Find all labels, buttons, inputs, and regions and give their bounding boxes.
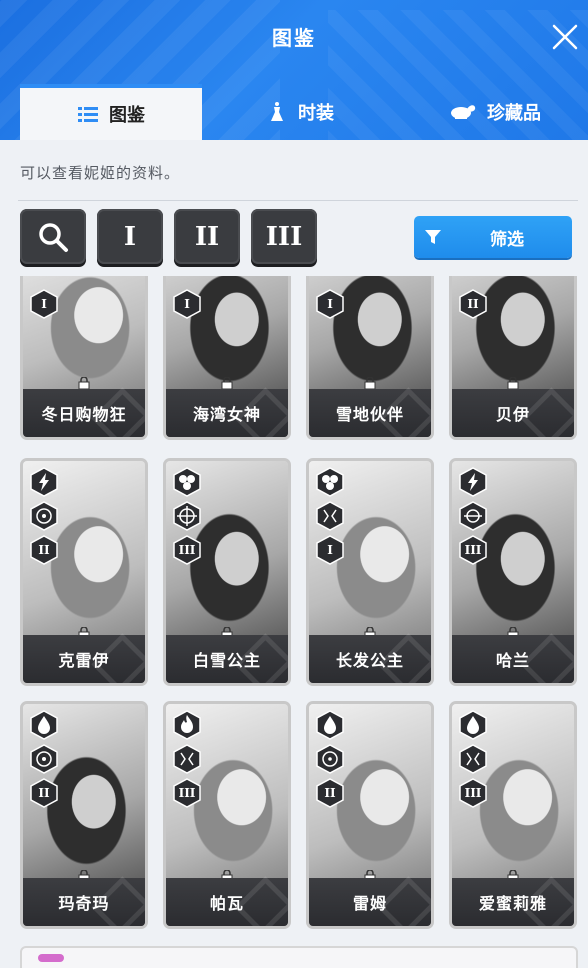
rocket-icon xyxy=(172,744,202,774)
water-icon xyxy=(315,710,345,740)
burst-badge-label: III xyxy=(178,786,196,800)
character-name: 贝伊 xyxy=(452,389,574,437)
description-text: 可以查看妮姬的资料。 xyxy=(20,164,181,182)
burst-3-filter-button[interactable]: III xyxy=(251,209,317,264)
water-icon xyxy=(29,710,59,740)
burst-2-filter-button[interactable]: II xyxy=(174,209,240,264)
sniper-icon xyxy=(172,501,202,531)
character-card[interactable]: II 玛奇玛 xyxy=(20,701,148,929)
character-name: 哈兰 xyxy=(452,635,574,683)
character-name: 冬日购物狂 xyxy=(23,389,145,437)
tab-bar: 图鉴 时装 珍藏品 xyxy=(0,84,588,140)
close-button[interactable] xyxy=(550,22,580,52)
burst-badge-label: I xyxy=(41,297,47,311)
tab-collectibles[interactable]: 珍藏品 xyxy=(420,84,570,140)
burst-badge-label: II xyxy=(38,786,50,800)
collectible-icon xyxy=(451,105,476,119)
burst-badge: I xyxy=(315,289,345,319)
burst-badge: III xyxy=(172,535,202,565)
character-name: 克雷伊 xyxy=(23,635,145,683)
shotgun-icon xyxy=(29,744,59,774)
character-card[interactable]: II 克雷伊 xyxy=(20,458,148,686)
search-button[interactable] xyxy=(20,209,86,264)
character-card[interactable]: I 长发公主 xyxy=(306,458,434,686)
fire-icon xyxy=(172,710,202,740)
rocket-icon xyxy=(315,501,345,531)
header: 图鉴 图鉴 时装 珍藏品 xyxy=(0,0,588,140)
character-name: 爱蜜莉雅 xyxy=(452,878,574,926)
burst-badge: II xyxy=(458,289,488,319)
divider xyxy=(18,200,578,201)
page-title: 图鉴 xyxy=(272,26,316,50)
filter-button[interactable]: 筛选 xyxy=(414,216,572,258)
dress-icon xyxy=(271,102,283,121)
burst-badge: II xyxy=(315,778,345,808)
list-icon xyxy=(78,107,98,122)
burst-badge: III xyxy=(172,778,202,808)
burst-badge: I xyxy=(29,289,59,319)
character-card[interactable]: III 爱蜜莉雅 xyxy=(449,701,577,929)
burst-badge-label: III xyxy=(178,543,196,557)
burst-badge: I xyxy=(315,535,345,565)
filter-label: 筛选 xyxy=(490,229,524,250)
character-card[interactable]: I 冬日购物狂 xyxy=(20,276,148,440)
electric-icon xyxy=(458,467,488,497)
character-name: 帕瓦 xyxy=(166,878,288,926)
burst-badge: III xyxy=(458,778,488,808)
lock-icon xyxy=(507,377,519,389)
burst-badge-label: I xyxy=(327,543,333,557)
burst-badge: I xyxy=(172,289,202,319)
character-card[interactable]: III 帕瓦 xyxy=(163,701,291,929)
character-card[interactable]: I 雪地伙伴 xyxy=(306,276,434,440)
burst-badge-label: III xyxy=(464,543,482,557)
burst-badge-label: I xyxy=(327,297,333,311)
rocket-icon xyxy=(458,501,488,531)
water-icon xyxy=(458,710,488,740)
rocket-icon xyxy=(458,744,488,774)
burst-badge: II xyxy=(29,535,59,565)
tab-label: 时装 xyxy=(298,103,334,124)
character-name: 雪地伙伴 xyxy=(309,389,431,437)
tab-label: 图鉴 xyxy=(109,105,145,126)
character-card[interactable]: I 海湾女神 xyxy=(163,276,291,440)
burst-badge-label: III xyxy=(464,786,482,800)
character-name: 玛奇玛 xyxy=(23,878,145,926)
character-name: 海湾女神 xyxy=(166,389,288,437)
character-grid: I 冬日购物狂 I 海湾女神 I 雪地伙伴 II 贝伊 II 克雷伊 III 白… xyxy=(0,276,588,968)
electric-icon xyxy=(29,467,59,497)
character-card[interactable]: II 雷姆 xyxy=(306,701,434,929)
search-icon xyxy=(39,222,68,252)
burst-badge-label: I xyxy=(184,297,190,311)
burst-badge-label: II xyxy=(324,786,336,800)
shotgun-icon xyxy=(29,501,59,531)
character-card[interactable]: III 白雪公主 xyxy=(163,458,291,686)
burst-badge-label: II xyxy=(38,543,50,557)
tab-index[interactable]: 图鉴 xyxy=(20,84,202,140)
burst-badge-label: II xyxy=(467,297,479,311)
character-name: 雷姆 xyxy=(309,878,431,926)
character-name: 长发公主 xyxy=(309,635,431,683)
assault-rifle-icon xyxy=(315,744,345,774)
burst-badge: III xyxy=(458,535,488,565)
lock-icon xyxy=(78,377,90,389)
next-row-card-peek[interactable] xyxy=(20,946,578,968)
close-icon xyxy=(552,24,578,50)
lock-icon xyxy=(221,377,233,389)
tab-label: 珍藏品 xyxy=(487,103,541,124)
iron-icon xyxy=(172,467,202,497)
character-name: 白雪公主 xyxy=(166,635,288,683)
character-card[interactable]: II 贝伊 xyxy=(449,276,577,440)
burst-badge: II xyxy=(29,778,59,808)
tab-costume[interactable]: 时装 xyxy=(240,84,360,140)
character-card[interactable]: III 哈兰 xyxy=(449,458,577,686)
burst-1-filter-button[interactable]: I xyxy=(97,209,163,264)
lock-icon xyxy=(364,377,376,389)
iron-icon xyxy=(315,467,345,497)
